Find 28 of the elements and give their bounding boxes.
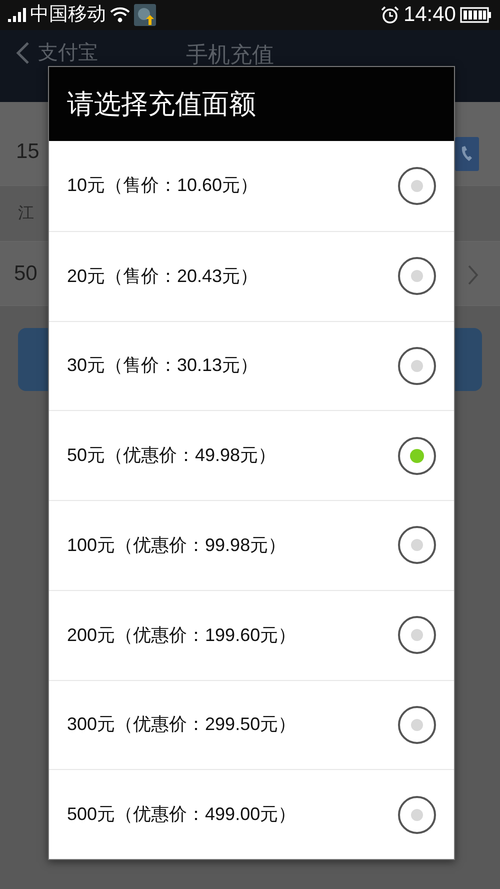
chevron-right-icon bbox=[467, 264, 479, 286]
amount-option[interactable]: 300元（优惠价：299.50元） bbox=[49, 680, 454, 770]
clock: 14:40 bbox=[403, 2, 456, 28]
amount-option[interactable]: 500元（优惠价：499.00元） bbox=[49, 769, 454, 859]
amount-option[interactable]: 30元（售价：30.13元） bbox=[49, 320, 454, 410]
radio-button[interactable] bbox=[398, 526, 436, 564]
alarm-icon bbox=[381, 6, 400, 24]
radio-button[interactable] bbox=[398, 166, 436, 205]
amount-option[interactable]: 50元（优惠价：49.98元） bbox=[49, 410, 454, 500]
upload-notification-icon bbox=[134, 4, 156, 26]
radio-button[interactable] bbox=[398, 436, 436, 475]
amount-option[interactable]: 10元（售价：10.60元） bbox=[49, 141, 454, 231]
radio-button[interactable] bbox=[398, 346, 436, 385]
amount-option[interactable]: 200元（优惠价：199.60元） bbox=[49, 590, 454, 680]
page-title: 手机充值 bbox=[186, 41, 274, 69]
phone-icon bbox=[455, 137, 479, 171]
amount-option[interactable]: 100元（优惠价：99.98元） bbox=[49, 500, 454, 590]
back-icon bbox=[16, 41, 30, 65]
radio-button[interactable] bbox=[398, 706, 436, 744]
radio-button[interactable] bbox=[398, 257, 436, 296]
radio-button[interactable] bbox=[398, 796, 436, 834]
carrier-name: 中国移动 bbox=[30, 2, 106, 27]
amount-option[interactable]: 20元（售价：20.43元） bbox=[49, 230, 454, 320]
dialog-title: 请选择充值面额 bbox=[67, 88, 256, 121]
battery-icon bbox=[460, 7, 492, 23]
radio-button[interactable] bbox=[398, 616, 436, 654]
signal-icon bbox=[8, 8, 26, 22]
wifi-icon bbox=[110, 7, 130, 23]
